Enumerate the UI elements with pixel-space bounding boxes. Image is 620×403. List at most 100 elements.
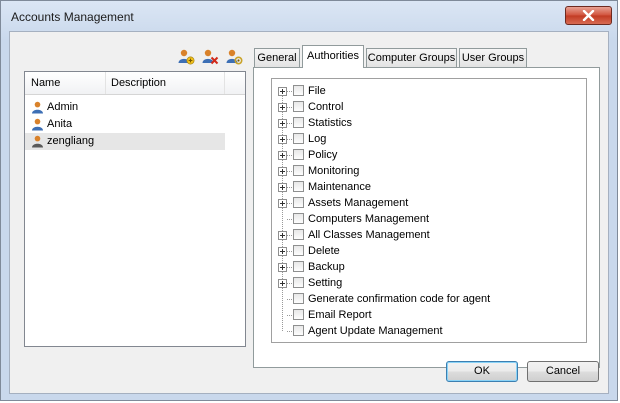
tree-connector <box>287 251 292 252</box>
authority-checkbox[interactable] <box>293 325 304 336</box>
tree-connector <box>287 91 292 92</box>
tree-connector <box>287 299 292 300</box>
tree-connector <box>287 219 292 220</box>
authority-item: Delete <box>272 244 572 260</box>
authority-item: Generate confirmation code for agent <box>272 292 572 308</box>
tree-connector <box>287 267 292 268</box>
expand-icon[interactable] <box>278 231 287 240</box>
tab-label: Computer Groups <box>367 52 456 64</box>
tab-computer-groups[interactable]: Computer Groups <box>366 48 457 67</box>
expand-icon[interactable] <box>278 199 287 208</box>
ok-button[interactable]: OK <box>446 361 518 382</box>
authority-checkbox[interactable] <box>293 117 304 128</box>
tree-connector <box>287 187 292 188</box>
user-icon <box>32 135 43 148</box>
authority-checkbox[interactable] <box>293 293 304 304</box>
authority-item: Computers Management <box>272 212 572 228</box>
account-row[interactable]: Admin <box>25 99 245 116</box>
authority-item: Statistics <box>272 116 572 132</box>
user-icon <box>32 118 43 131</box>
authorities-tree[interactable]: File Control Statistics Log Policy Monitoring… <box>271 78 587 343</box>
authority-item: Backup <box>272 260 572 276</box>
tab-authorities[interactable]: Authorities <box>302 45 364 68</box>
authority-item: Monitoring <box>272 164 572 180</box>
column-separator[interactable] <box>105 72 106 94</box>
authority-label: Monitoring <box>308 165 360 177</box>
authority-checkbox[interactable] <box>293 309 304 320</box>
authority-label: Backup <box>308 261 345 273</box>
window-title: Accounts Management <box>11 10 134 24</box>
account-name: zengliang <box>47 135 95 147</box>
tree-connector <box>287 203 292 204</box>
expand-icon[interactable] <box>278 151 287 160</box>
tree-connector <box>287 283 292 284</box>
authority-item: Assets Management <box>272 196 572 212</box>
authority-label: Setting <box>308 277 343 289</box>
account-name: Admin <box>47 101 79 113</box>
authority-label: Assets Management <box>308 197 409 209</box>
account-row[interactable]: zengliang <box>25 133 225 150</box>
account-row[interactable]: Anita <box>25 116 245 133</box>
authority-checkbox[interactable] <box>293 149 304 160</box>
authority-checkbox[interactable] <box>293 101 304 112</box>
tree-connector <box>287 315 292 316</box>
tab-label: Authorities <box>307 50 359 62</box>
accounts-list[interactable]: Name Description Admin Anita zengliang <box>24 71 246 347</box>
expand-icon[interactable] <box>278 263 287 272</box>
authority-checkbox[interactable] <box>293 197 304 208</box>
expand-icon[interactable] <box>278 183 287 192</box>
tree-connector <box>287 171 292 172</box>
add-user-icon[interactable] <box>177 48 195 66</box>
authority-item: Agent Update Management <box>272 324 572 340</box>
authority-item: Maintenance <box>272 180 572 196</box>
expand-icon[interactable] <box>278 247 287 256</box>
authority-item: All Classes Management <box>272 228 572 244</box>
authority-checkbox[interactable] <box>293 133 304 144</box>
column-header-description[interactable]: Description <box>111 77 166 89</box>
accounts-management-window: Accounts Management Name Description Adm… <box>0 0 618 401</box>
tree-connector <box>287 331 292 332</box>
authority-label: Email Report <box>308 309 372 321</box>
authority-label: All Classes Management <box>308 229 430 241</box>
authority-label: Control <box>308 101 344 113</box>
tree-connector <box>287 235 292 236</box>
column-header-name[interactable]: Name <box>31 77 60 89</box>
expand-icon[interactable] <box>278 103 287 112</box>
account-name: Anita <box>47 118 73 130</box>
authority-label: Statistics <box>308 117 353 129</box>
expand-icon[interactable] <box>278 167 287 176</box>
tree-connector <box>287 107 292 108</box>
tab-label: General <box>257 52 297 64</box>
authority-checkbox[interactable] <box>293 245 304 256</box>
tab-general[interactable]: General <box>254 48 300 67</box>
authorities-panel: File Control Statistics Log Policy Monitoring… <box>253 67 600 368</box>
authority-checkbox[interactable] <box>293 261 304 272</box>
tab-user-groups[interactable]: User Groups <box>459 48 527 67</box>
authority-checkbox[interactable] <box>293 229 304 240</box>
authority-item: Setting <box>272 276 572 292</box>
cancel-button[interactable]: Cancel <box>527 361 599 382</box>
user-properties-icon[interactable] <box>225 48 243 66</box>
expand-icon[interactable] <box>278 135 287 144</box>
expand-icon[interactable] <box>278 279 287 288</box>
expand-icon[interactable] <box>278 119 287 128</box>
authority-label: File <box>308 85 326 97</box>
authority-checkbox[interactable] <box>293 85 304 96</box>
tree-connector <box>287 123 292 124</box>
authority-checkbox[interactable] <box>293 181 304 192</box>
dialog-body: Name Description Admin Anita zengliang Gen… <box>9 31 609 394</box>
authority-checkbox[interactable] <box>293 277 304 288</box>
remove-user-icon[interactable] <box>201 48 219 66</box>
tree-connector <box>287 139 292 140</box>
authority-label: Maintenance <box>308 181 371 193</box>
authority-label: Computers Management <box>308 213 430 225</box>
authority-item: File <box>272 84 572 100</box>
authority-checkbox[interactable] <box>293 165 304 176</box>
authority-label: Agent Update Management <box>308 325 443 337</box>
tab-label: User Groups <box>461 52 525 64</box>
authority-checkbox[interactable] <box>293 213 304 224</box>
expand-icon[interactable] <box>278 87 287 96</box>
title-bar[interactable]: Accounts Management <box>1 1 617 31</box>
close-button[interactable] <box>565 6 612 25</box>
column-separator[interactable] <box>224 72 225 94</box>
